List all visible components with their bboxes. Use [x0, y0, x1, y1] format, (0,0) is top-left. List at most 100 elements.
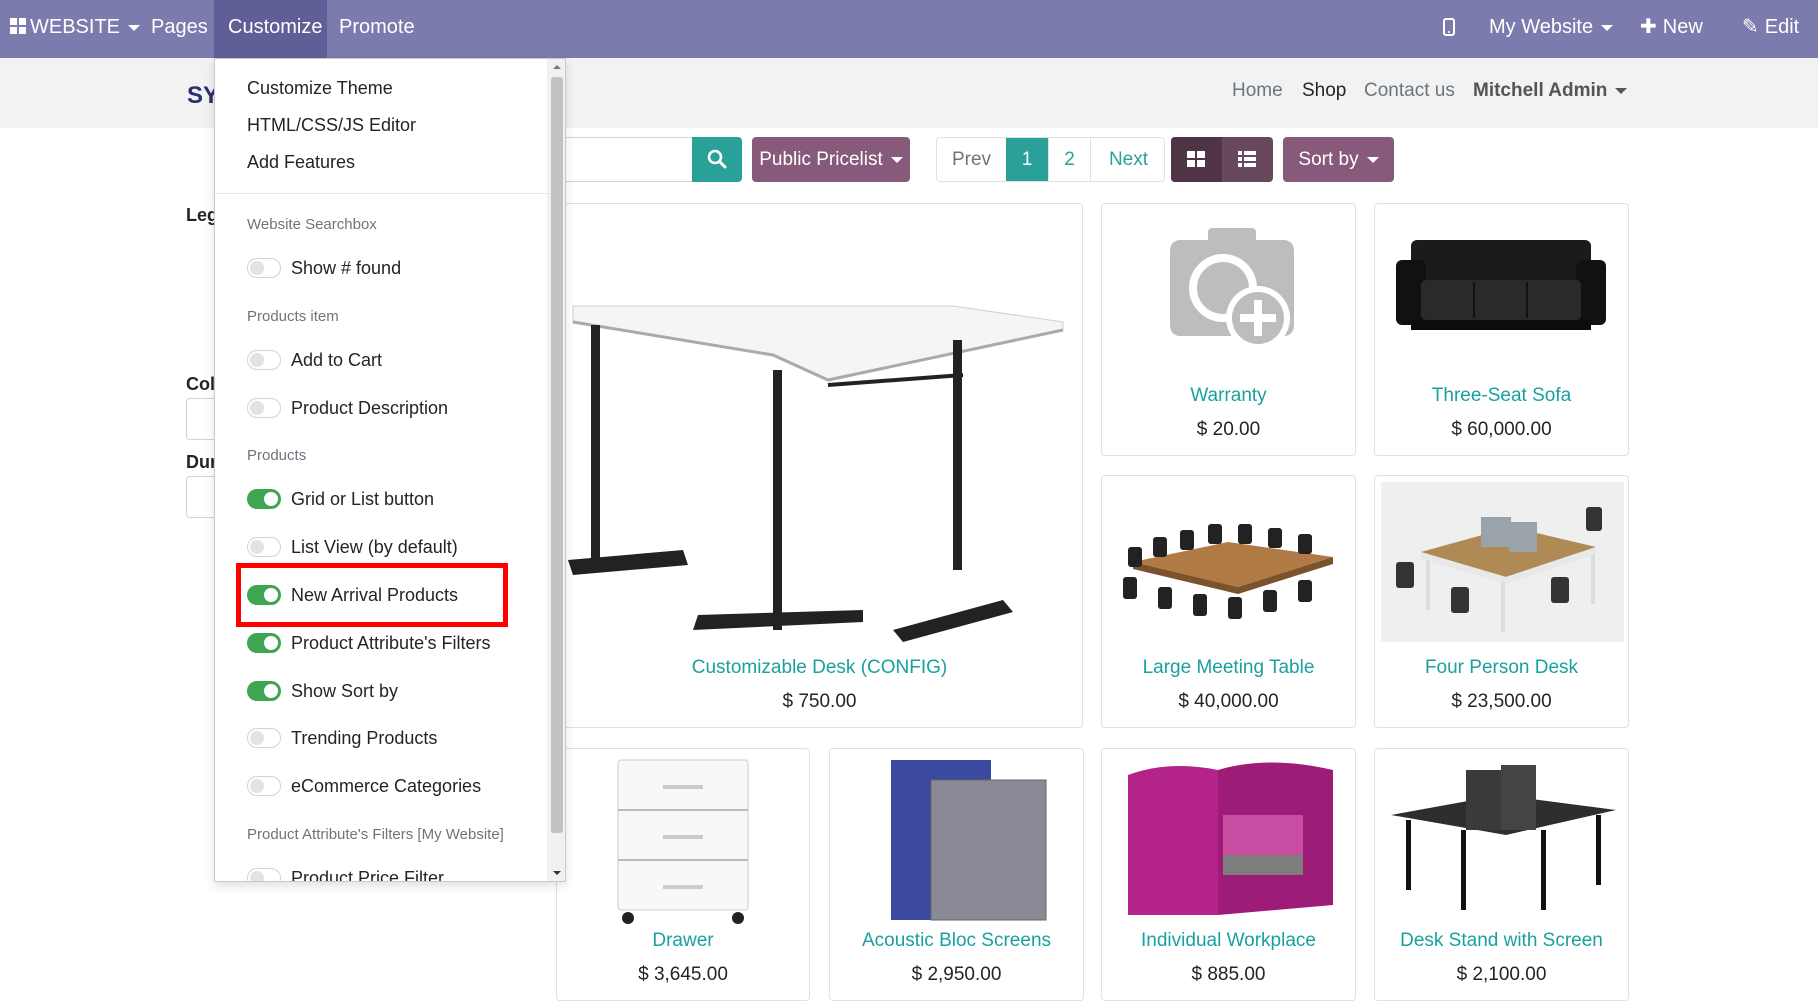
option-label: Product Description — [291, 398, 449, 418]
scrollbar-thumb[interactable] — [551, 77, 563, 833]
promote-menu[interactable]: Promote — [325, 0, 429, 58]
product-card[interactable]: Drawer $ 3,645.00 — [556, 748, 810, 1001]
product-card[interactable]: Customizable Desk (CONFIG) $ 750.00 — [556, 203, 1083, 728]
pricelist-label: Public Pricelist — [759, 149, 883, 170]
product-name[interactable]: Customizable Desk (CONFIG) — [557, 657, 1082, 679]
plus-icon: ✚ — [1640, 16, 1657, 38]
section-products-item: Products item — [247, 308, 339, 325]
toggle-switch[interactable] — [247, 398, 281, 418]
sort-label: Sort by — [1298, 149, 1359, 170]
pricelist-dropdown[interactable]: Public Pricelist — [752, 137, 910, 182]
product-card[interactable]: Warranty $ 20.00 — [1101, 203, 1356, 456]
nav-link-contact[interactable]: Contact us — [1364, 80, 1455, 102]
user-menu[interactable]: Mitchell Admin — [1473, 80, 1628, 102]
product-name[interactable]: Large Meeting Table — [1102, 657, 1355, 679]
product-price: $ 2,950.00 — [911, 964, 1002, 985]
search-icon — [707, 149, 727, 169]
nav-link-home[interactable]: Home — [1232, 80, 1283, 102]
menu-item-add-features[interactable]: Add Features — [247, 152, 355, 173]
option-label: Product Price Filter — [291, 868, 445, 882]
product-name[interactable]: Desk Stand with Screen — [1375, 930, 1628, 952]
pages-label: Pages — [151, 16, 208, 38]
toggle-switch[interactable] — [247, 350, 281, 370]
mobile-preview-button[interactable] — [1429, 0, 1469, 58]
product-price: $ 2,100.00 — [1456, 964, 1547, 985]
product-image-meeting-table — [1123, 524, 1333, 619]
product-price: $ 20.00 — [1196, 419, 1261, 440]
edit-button[interactable]: ✎ Edit — [1728, 0, 1813, 58]
new-content-button[interactable]: ✚ New — [1626, 0, 1717, 58]
mobile-icon — [1443, 18, 1455, 36]
section-attribute-filters-website: Product Attribute's Filters [My Website] — [247, 826, 504, 843]
product-search-input[interactable] — [560, 137, 692, 182]
product-price: $ 23,500.00 — [1451, 691, 1552, 712]
product-image-sofa — [1396, 240, 1606, 330]
list-view-button[interactable] — [1222, 137, 1273, 182]
toggle-switch[interactable] — [247, 776, 281, 796]
view-toggle — [1171, 137, 1273, 182]
website-menu-label: WEBSITE — [30, 16, 121, 38]
customize-dropdown-menu: Customize Theme HTML/CSS/JS Editor Add F… — [214, 58, 566, 882]
caret-down-icon — [1615, 87, 1628, 94]
filter-label-duration: Dur — [186, 452, 217, 472]
option-label: Trending Products — [291, 728, 438, 748]
pages-menu[interactable]: Pages — [137, 0, 222, 58]
my-website-switcher[interactable]: My Website — [1475, 0, 1627, 58]
toggle-switch[interactable] — [247, 681, 281, 701]
toggle-switch[interactable] — [247, 728, 281, 748]
pager-prev[interactable]: Prev — [937, 138, 1006, 181]
product-card[interactable]: Desk Stand with Screen $ 2,100.00 — [1374, 748, 1629, 1001]
search-button[interactable] — [692, 137, 742, 182]
option-label: Show Sort by — [291, 681, 399, 701]
caret-down-icon — [1601, 24, 1614, 31]
product-price: $ 885.00 — [1191, 964, 1266, 985]
nav-link-shop[interactable]: Shop — [1302, 80, 1346, 102]
menu-item-code-editor[interactable]: HTML/CSS/JS Editor — [247, 115, 416, 136]
product-image-individual-workplace — [1128, 762, 1333, 915]
option-label: eCommerce Categories — [291, 776, 482, 796]
option-label: Grid or List button — [291, 489, 435, 509]
promote-label: Promote — [339, 16, 415, 38]
product-image-drawer — [617, 759, 749, 924]
caret-down-icon — [890, 156, 903, 163]
product-price: $ 60,000.00 — [1451, 419, 1552, 440]
product-name[interactable]: Individual Workplace — [1102, 930, 1355, 952]
scroll-up-icon — [553, 65, 561, 69]
apps-menu-button[interactable]: WEBSITE — [0, 0, 154, 58]
user-name: Mitchell Admin — [1473, 80, 1608, 101]
option-label: Add to Cart — [291, 350, 383, 370]
product-name[interactable]: Warranty — [1102, 385, 1355, 407]
menu-divider — [215, 193, 547, 194]
pager-page-1[interactable]: 1 — [1006, 138, 1048, 181]
toggle-switch[interactable] — [247, 489, 281, 509]
product-name[interactable]: Four Person Desk — [1375, 657, 1628, 679]
pager-page-2[interactable]: 2 — [1048, 138, 1090, 181]
product-card[interactable]: Four Person Desk $ 23,500.00 — [1374, 475, 1629, 728]
toggle-switch[interactable] — [247, 258, 281, 278]
sort-by-dropdown[interactable]: Sort by — [1283, 137, 1394, 182]
toggle-switch[interactable] — [247, 868, 281, 881]
my-website-label: My Website — [1489, 16, 1594, 38]
caret-down-icon — [1366, 156, 1379, 163]
pager-next[interactable]: Next — [1090, 138, 1164, 181]
website-top-bar: WEBSITE Pages Customize Promote My Websi… — [0, 0, 1818, 58]
product-name[interactable]: Three-Seat Sofa — [1375, 385, 1628, 407]
toggle-switch[interactable] — [247, 633, 281, 653]
product-name[interactable]: Drawer — [557, 930, 809, 952]
product-card[interactable]: Acoustic Bloc Screens $ 2,950.00 — [829, 748, 1084, 1001]
new-label: New — [1662, 16, 1703, 38]
option-label: Show # found — [291, 258, 402, 278]
option-label: Product Attribute's Filters — [291, 633, 491, 653]
grid-view-button[interactable] — [1171, 137, 1222, 182]
toggle-switch[interactable] — [247, 537, 281, 557]
product-card[interactable]: Large Meeting Table $ 40,000.00 — [1101, 475, 1356, 728]
customize-menu[interactable]: Customize — [214, 0, 327, 58]
product-card[interactable]: Individual Workplace $ 885.00 — [1101, 748, 1356, 1001]
scroll-down-icon — [553, 871, 561, 875]
product-name[interactable]: Acoustic Bloc Screens — [830, 930, 1083, 952]
customize-label: Customize — [228, 16, 323, 38]
camera-plus-icon — [1170, 228, 1294, 350]
menu-item-customize-theme[interactable]: Customize Theme — [247, 78, 393, 99]
section-website-searchbox: Website Searchbox — [247, 216, 377, 233]
product-card[interactable]: Three-Seat Sofa $ 60,000.00 — [1374, 203, 1629, 456]
